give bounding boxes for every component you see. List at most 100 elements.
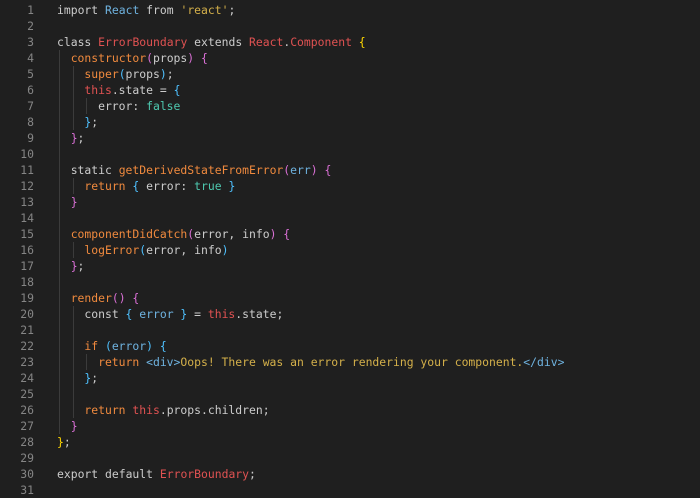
line-number: 13 — [20, 195, 34, 209]
code-text: componentDidCatch(error, info) { — [71, 226, 290, 242]
code-token: return — [84, 403, 133, 417]
code-token: ( — [118, 67, 126, 81]
code-token: ErrorBoundary — [159, 467, 250, 481]
code-token: componentDidCatch — [70, 227, 188, 241]
code-line[interactable]: 22 if (error) { — [0, 338, 700, 354]
line-number: 21 — [20, 323, 34, 337]
code-text: import React from 'react'; — [57, 2, 235, 18]
code-token: error, info — [194, 227, 270, 241]
line-number: 25 — [20, 387, 34, 401]
code-text: }; — [84, 370, 98, 386]
code-text: }; — [71, 258, 85, 274]
code-text: const { error } = this.state; — [84, 306, 283, 322]
line-number: 29 — [20, 451, 34, 465]
code-text: logError(error, info) — [84, 242, 228, 258]
code-line[interactable]: 30 export default ErrorBoundary; — [0, 466, 700, 482]
code-token: ( — [104, 339, 112, 353]
line-number: 30 — [20, 467, 34, 481]
code-token: .props.children; — [159, 403, 270, 417]
code-line[interactable]: 18 — [0, 274, 700, 290]
code-line[interactable]: 10 — [0, 146, 700, 162]
code-token: } — [57, 435, 64, 449]
code-text: super(props); — [84, 66, 173, 82]
code-token: props — [125, 67, 160, 81]
code-line[interactable]: 15 componentDidCatch(error, info) { — [0, 226, 700, 242]
code-text: }; — [84, 114, 98, 130]
code-token: from — [139, 3, 181, 17]
line-number: 11 — [20, 163, 34, 177]
code-line[interactable]: 5 super(props); — [0, 66, 700, 82]
code-token: import — [57, 3, 106, 17]
code-line[interactable]: 29 — [0, 450, 700, 466]
code-text: } — [71, 418, 78, 434]
code-token: Component — [290, 35, 352, 49]
code-token: .state; — [235, 307, 284, 321]
line-number: 14 — [20, 211, 34, 225]
code-line[interactable]: 11 static getDerivedStateFromError(err) { — [0, 162, 700, 178]
code-text: return <div>Oops! There was an error ren… — [98, 354, 564, 370]
code-token: <div> — [146, 355, 181, 369]
code-text: export default ErrorBoundary; — [57, 466, 256, 482]
line-number: 15 — [20, 227, 34, 241]
code-line[interactable]: 3 class ErrorBoundary extends React.Compo… — [0, 34, 700, 50]
code-token: ) — [159, 67, 167, 81]
code-token: { — [358, 35, 366, 49]
code-line[interactable]: 16 logError(error, info) — [0, 242, 700, 258]
code-token: ; — [91, 115, 99, 129]
code-line[interactable]: 8}; — [0, 114, 700, 130]
code-token: super — [84, 67, 119, 81]
code-token: constructor — [70, 51, 147, 65]
code-line[interactable]: 1 import React from 'react'; — [0, 2, 700, 18]
code-token: } — [70, 195, 78, 209]
code-editor[interactable]: 1 import React from 'react'; 2 3 class Error… — [0, 0, 700, 497]
code-line[interactable]: 6 this.state = { — [0, 82, 700, 98]
code-token: ErrorBoundary — [98, 35, 188, 49]
code-token: { — [132, 291, 140, 305]
code-token: error — [132, 307, 181, 321]
code-line[interactable]: 12 return { error: true } — [0, 178, 700, 194]
code-token: () — [111, 291, 126, 305]
code-line[interactable]: 23 return <div>Oops! There was an error r… — [0, 354, 700, 370]
code-line[interactable]: 24}; — [0, 370, 700, 386]
line-number: 2 — [27, 19, 34, 33]
code-text: class ErrorBoundary extends React.Compon… — [57, 34, 366, 50]
code-token: ) — [221, 243, 229, 257]
code-token: error — [111, 339, 147, 353]
code-token: </div> — [523, 355, 565, 369]
code-token: } — [70, 131, 78, 145]
code-token: return — [84, 179, 133, 193]
line-number: 9 — [27, 131, 34, 145]
code-token: getDerivedStateFromError — [118, 163, 284, 177]
code-line[interactable]: 19 render() { — [0, 290, 700, 306]
code-token: ; — [166, 67, 174, 81]
code-line[interactable]: 25 — [0, 386, 700, 402]
code-line[interactable]: 4 constructor(props) { — [0, 50, 700, 66]
code-line[interactable]: 13} — [0, 194, 700, 210]
code-line[interactable]: 26 return this.props.children; — [0, 402, 700, 418]
line-number: 1 — [27, 3, 34, 17]
code-token: { — [159, 339, 167, 353]
code-line[interactable]: 2 — [0, 18, 700, 34]
line-number: 23 — [20, 355, 34, 369]
code-line[interactable]: 14 — [0, 210, 700, 226]
code-line[interactable]: 7 error: false — [0, 98, 700, 114]
code-text: error: false — [98, 98, 180, 114]
code-line[interactable]: 28}; — [0, 434, 700, 450]
code-line[interactable]: 20 const { error } = this.state; — [0, 306, 700, 322]
code-line[interactable]: 27} — [0, 418, 700, 434]
line-number: 24 — [20, 371, 34, 385]
code-line[interactable]: 21 — [0, 322, 700, 338]
line-number: 26 — [20, 403, 34, 417]
code-text: return { error: true } — [84, 178, 235, 194]
code-token: export default — [57, 467, 160, 481]
code-token: err — [290, 163, 311, 177]
code-line[interactable]: 9}; — [0, 130, 700, 146]
line-number: 3 — [27, 35, 34, 49]
line-number: 7 — [27, 99, 34, 113]
code-token: ; — [91, 371, 99, 385]
code-text: constructor(props) { — [71, 50, 208, 66]
code-token: { — [201, 51, 208, 65]
code-token: ; — [77, 259, 85, 273]
code-line[interactable]: 17}; — [0, 258, 700, 274]
code-text: return this.props.children; — [84, 402, 269, 418]
